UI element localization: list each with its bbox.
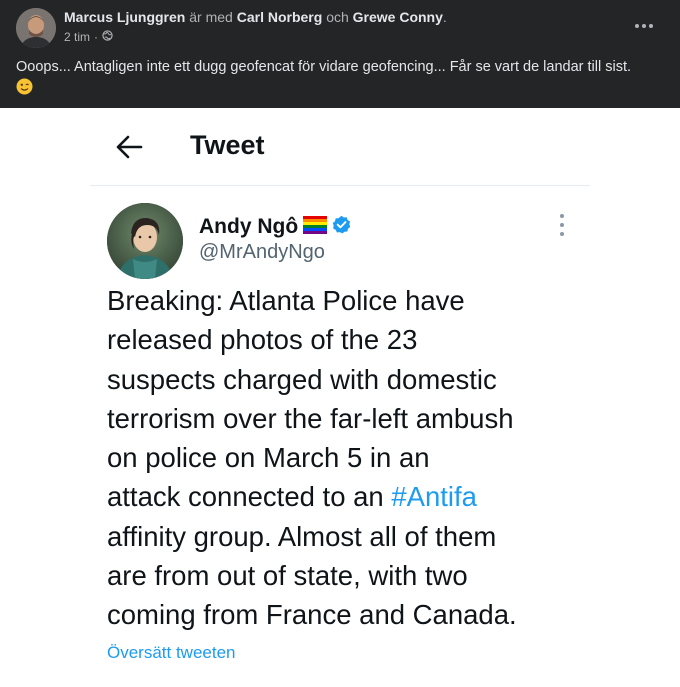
post-attribution: Marcus Ljunggren är med Carl Norberg och… (64, 9, 447, 25)
tweet-line: suspects charged with domestic (107, 363, 497, 395)
hashtag-link[interactable]: #Antifa (391, 481, 477, 512)
rainbow-flag-icon (303, 215, 328, 239)
with-text: är med (189, 9, 233, 25)
facebook-post-header: Marcus Ljunggren är med Carl Norberg och… (0, 0, 680, 108)
and-text: och (326, 9, 349, 25)
tweet-line: terrorism over the far-left ambush (107, 402, 514, 434)
tweet-body: Breaking: Atlanta Police have released p… (107, 281, 587, 635)
tweet-line: affinity group. Almost all of them (107, 520, 497, 552)
tweet-author-name[interactable]: Andy Ngô (199, 215, 298, 239)
verified-badge-icon (332, 215, 351, 239)
tweet-author-avatar[interactable] (107, 203, 183, 279)
tweet-header: Tweet (90, 108, 590, 186)
translate-tweet-link[interactable]: Översätt tweeten (107, 643, 236, 663)
post-meta: 2 tim · (64, 30, 113, 44)
globe-icon[interactable] (102, 30, 113, 44)
tweet-author-name-row: Andy Ngô (199, 215, 351, 239)
tweet-author-handle[interactable]: @MrAndyNgo (199, 241, 325, 264)
meta-separator: · (94, 30, 99, 44)
winking-face-emoji (16, 78, 33, 95)
author-name-link[interactable]: Marcus Ljunggren (64, 9, 185, 25)
more-horizontal-icon[interactable] (630, 16, 658, 36)
post-text: Ooops... Antagligen inte ett dugg geofen… (16, 59, 632, 75)
tweet-line: are from out of state, with two (107, 560, 468, 592)
author-avatar[interactable] (16, 8, 56, 48)
tweet-line: on police on March 5 in an (107, 442, 430, 474)
more-vertical-icon[interactable] (556, 214, 568, 236)
tweet-header-title: Tweet (190, 130, 265, 160)
tagged-person-link-1[interactable]: Carl Norberg (237, 9, 323, 25)
tagged-person-link-2[interactable]: Grewe Conny (353, 9, 443, 25)
post-timestamp[interactable]: 2 tim (64, 30, 90, 44)
arrow-left-icon[interactable] (114, 133, 144, 161)
tweet-line-with-hashtag: attack connected to an #Antifa (107, 477, 587, 516)
tweet-line-text: attack connected to an (107, 481, 392, 513)
period: . (442, 9, 447, 25)
tweet-line: Breaking: Atlanta Police have (107, 285, 465, 316)
tweet-line: coming from France and Canada. (107, 599, 517, 631)
tweet-line: released photos of the 23 (107, 324, 418, 356)
